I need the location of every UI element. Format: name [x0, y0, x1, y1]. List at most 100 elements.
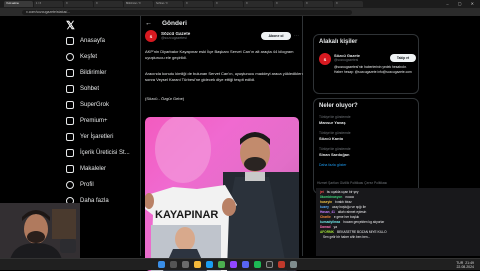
- browser-tab-strip: Yeni sekme 1 / X X X Bildirimler / X Soh…: [0, 0, 480, 8]
- nav-label: İçerik Üreticisi St...: [80, 150, 130, 156]
- nav-label: Daha fazla: [80, 198, 109, 204]
- app-icon[interactable]: [278, 261, 285, 268]
- browser-tab[interactable]: X: [64, 1, 93, 7]
- chrome-browser-icon[interactable]: [218, 261, 225, 268]
- chat-username[interactable]: kuzey: [320, 205, 329, 209]
- url-input[interactable]: x.com/sozcugazete/status/...: [22, 9, 352, 15]
- subscribe-button[interactable]: Abone ol: [261, 32, 291, 40]
- nav-home[interactable]: Anasayfa: [66, 36, 105, 46]
- browser-tab[interactable]: X: [274, 1, 303, 7]
- trend-name: Sözcü Kanto: [319, 136, 344, 141]
- bookmark-icon: [66, 133, 74, 141]
- author-handle[interactable]: @sozcugazetesi: [161, 36, 190, 41]
- avatar[interactable]: S: [319, 53, 331, 65]
- page-title: Gönderi: [162, 19, 187, 27]
- nav-supergrok[interactable]: SuperGrok: [66, 100, 109, 110]
- chat-username[interactable]: jet: [320, 190, 324, 194]
- trend-meta: Türkiye'de gündemde: [319, 115, 351, 119]
- nav-explore[interactable]: Keşfet: [66, 52, 97, 62]
- twitch-icon[interactable]: [230, 261, 237, 268]
- trend-name: Sinan Sardoğan: [319, 152, 350, 157]
- nav-label: Keşfet: [80, 54, 98, 60]
- trend-item[interactable]: Türkiye'de gündemde Sinan Sardoğan: [319, 147, 351, 157]
- nav-premium[interactable]: Premium+: [66, 116, 108, 126]
- nav-label: SuperGrok: [80, 102, 110, 108]
- post-image[interactable]: KAYAPINAR: [145, 117, 299, 271]
- post-author[interactable]: S Sözcü Gazete @sozcugazetesi: [145, 30, 190, 42]
- shirt-text: KAYAPINAR: [155, 209, 218, 221]
- nav-articles[interactable]: Makaleler: [66, 164, 106, 174]
- follow-button[interactable]: Takip et: [390, 54, 416, 62]
- related-title: Alakalı kişiler: [319, 39, 358, 45]
- browser-tab[interactable]: X: [214, 1, 243, 7]
- back-arrow-icon[interactable]: ←: [145, 20, 152, 27]
- creator-studio-icon: [66, 149, 74, 157]
- windows-start-icon[interactable]: [158, 261, 165, 268]
- nav-profile[interactable]: Profil: [66, 180, 94, 190]
- article-icon: [66, 165, 74, 173]
- settings-gear-icon[interactable]: [290, 261, 297, 268]
- show-more-link[interactable]: Daha fazla göster: [319, 163, 346, 167]
- chat-username[interactable]: AFORMK: [320, 230, 334, 234]
- windows-taskbar: TUR 21:49 22.08.2024: [0, 258, 480, 270]
- stream-chat-overlay: jet bu uçakla uçan bir şey 8kombinasyon noo…: [316, 188, 480, 256]
- edge-browser-icon[interactable]: [206, 261, 213, 268]
- chat-username[interactable]: Hasan_41: [320, 210, 335, 214]
- chat-username[interactable]: huseyin: [320, 200, 332, 204]
- chat-text: BEKASETRE BOZAN MIYE KILLO: [337, 230, 387, 234]
- search-icon[interactable]: [170, 261, 177, 268]
- browser-tab[interactable]: X: [94, 1, 123, 7]
- nav-label: Profil: [80, 182, 94, 188]
- nav-messages[interactable]: Sohbet: [66, 84, 99, 94]
- browser-tab[interactable]: 1 / X: [34, 1, 63, 7]
- clock-date: 22.08.2024: [456, 265, 474, 269]
- address-bar: x.com/sozcugazete/status/...: [0, 8, 480, 16]
- nav-creator-studio[interactable]: İçerik Üreticisi St...: [66, 148, 130, 158]
- trends-title: Neler oluyor?: [319, 103, 358, 109]
- chat-text: e gene her boşluk: [333, 215, 360, 219]
- spotify-icon[interactable]: [254, 261, 261, 268]
- browser-tab[interactable]: X: [244, 1, 273, 7]
- browser-tab[interactable]: Bildirimler / X: [124, 1, 153, 7]
- browser-tab[interactable]: Yeni sekme: [4, 1, 33, 7]
- avatar[interactable]: S: [145, 30, 157, 42]
- obs-icon[interactable]: [266, 261, 273, 268]
- nav-notifications[interactable]: Bildirimler: [66, 68, 106, 78]
- discord-icon[interactable]: [242, 261, 249, 268]
- trend-item[interactable]: Türkiye'de gündemde Sözcü Kanto: [319, 131, 351, 141]
- chat-username[interactable]: kursadyilmaz: [320, 220, 340, 224]
- mail-icon: [66, 85, 74, 93]
- x-premium-icon: [66, 117, 74, 125]
- browser-tab[interactable]: X: [334, 1, 363, 7]
- footer-links[interactable]: Hizmet Şartları Gizlilik Politikası Çere…: [317, 181, 417, 185]
- post-text: AKP'nin Diyarbakır Kayapınar eski İlçe B…: [145, 49, 294, 60]
- chat-username[interactable]: Charlie: [320, 215, 331, 219]
- task-view-icon[interactable]: [182, 261, 189, 268]
- search-icon: [66, 53, 74, 61]
- chat-username[interactable]: 8kombinasyon: [320, 195, 342, 199]
- chat-text: noooo: [345, 195, 355, 199]
- nav-bookmarks[interactable]: Yer İşaretleri: [66, 132, 113, 142]
- file-explorer-icon[interactable]: [194, 261, 201, 268]
- home-icon: [66, 37, 74, 45]
- bell-icon: [66, 69, 74, 77]
- related-handle[interactable]: @sozcugazetesi: [334, 58, 358, 62]
- x-logo-icon[interactable]: 𝕏: [66, 19, 75, 32]
- system-tray[interactable]: TUR 21:49 22.08.2024: [456, 261, 474, 269]
- browser-tab[interactable]: X: [304, 1, 333, 7]
- post-text: (Sözcü - Özgür Gebe): [145, 96, 185, 101]
- window-controls[interactable]: – ▢ ✕: [446, 1, 478, 6]
- browser-tab[interactable]: X: [184, 1, 213, 7]
- chat-text: uzay boşluğu ve ışığı ile: [331, 205, 366, 209]
- browser-tab[interactable]: Sohbet / X: [154, 1, 183, 7]
- chat-username[interactable]: Damad: [320, 225, 331, 229]
- more-options-icon[interactable]: ⋯: [294, 33, 299, 39]
- chat-text: hocam gerçekten kg alıyorlar: [343, 220, 385, 224]
- nav-label: Yer İşaretleri: [80, 134, 114, 140]
- trend-item[interactable]: Türkiye'de gündemde Mansur Yavaş: [319, 115, 351, 125]
- trend-name: Mansur Yavaş: [319, 120, 346, 125]
- streamer-camera-illustration: [0, 203, 80, 260]
- chat-message: Sen gelir bir haber ahh ben ben...: [316, 235, 480, 240]
- trend-meta: Türkiye'de gündemde: [319, 131, 351, 135]
- webcam-overlay: [0, 203, 80, 260]
